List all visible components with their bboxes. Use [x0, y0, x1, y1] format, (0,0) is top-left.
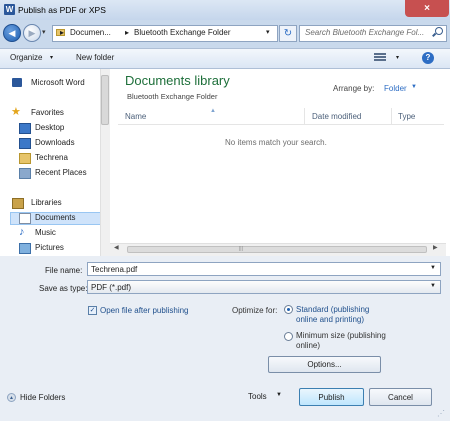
open-after-publishing-checkbox[interactable]: ✓: [88, 306, 97, 315]
libraries-icon: [12, 198, 24, 209]
minimum-size-option-label[interactable]: Minimum size (publishing online): [296, 331, 386, 351]
arrange-by-label: Arrange by:: [333, 84, 375, 93]
column-name[interactable]: Name: [125, 112, 146, 121]
tools-button[interactable]: Tools: [248, 392, 267, 401]
window-title: Publish as PDF or XPS: [18, 5, 106, 15]
refresh-button[interactable]: ↻: [279, 25, 297, 42]
desktop-icon: [19, 123, 31, 134]
nav-item-recent-places[interactable]: Recent Places: [10, 166, 110, 180]
collapse-icon[interactable]: ▲: [7, 393, 16, 402]
scrollbar-grip-icon: |||: [239, 246, 243, 252]
recent-places-icon: [19, 168, 31, 179]
column-header-row: Name Date modified Type: [118, 108, 444, 125]
address-dropdown-icon[interactable]: ▾: [266, 28, 270, 36]
organize-button[interactable]: Organize: [10, 53, 42, 62]
save-as-type-select[interactable]: [87, 280, 441, 294]
save-as-type-value[interactable]: PDF (*.pdf): [91, 283, 131, 292]
chevron-down-icon[interactable]: ▼: [411, 84, 417, 90]
column-type[interactable]: Type: [398, 112, 415, 121]
nav-item-documents[interactable]: Documents: [10, 211, 110, 225]
folder-icon: [19, 153, 31, 164]
horizontal-scrollbar-thumb[interactable]: [127, 246, 427, 253]
close-button[interactable]: ×: [405, 0, 449, 17]
music-icon: ♪: [19, 226, 25, 238]
chevron-down-icon[interactable]: ▾: [396, 54, 399, 61]
search-placeholder[interactable]: Search Bluetooth Exchange Fol...: [305, 28, 424, 37]
search-icon[interactable]: [435, 27, 443, 35]
nav-item-pictures[interactable]: Pictures: [10, 241, 110, 255]
nav-item-desktop[interactable]: Desktop: [10, 121, 110, 135]
back-button[interactable]: ◀: [3, 24, 21, 42]
new-folder-button[interactable]: New folder: [76, 53, 114, 62]
breadcrumb-bluetooth-folder[interactable]: Bluetooth Exchange Folder: [134, 28, 231, 37]
column-divider[interactable]: [304, 108, 305, 125]
nav-item-music[interactable]: ♪ Music: [10, 226, 110, 240]
publish-button[interactable]: Publish: [299, 388, 364, 406]
cancel-button[interactable]: Cancel: [369, 388, 432, 406]
help-icon[interactable]: ?: [422, 52, 434, 64]
word-icon: [12, 78, 22, 87]
nav-item-microsoft-word[interactable]: Microsoft Word: [10, 76, 110, 90]
nav-item-libraries[interactable]: Libraries: [10, 196, 110, 210]
breadcrumb-separator[interactable]: ▸: [60, 28, 64, 37]
optimize-for-label: Optimize for:: [232, 306, 278, 315]
minimum-size-radio[interactable]: [284, 332, 293, 341]
standard-option-label[interactable]: Standard (publishing online and printing…: [296, 305, 386, 325]
downloads-icon: [19, 138, 31, 149]
chevron-down-icon[interactable]: ▼: [276, 392, 282, 398]
radio-selected-dot: [287, 308, 290, 311]
nav-item-favorites[interactable]: ★ Favorites: [10, 106, 110, 120]
forward-button[interactable]: ▶: [23, 24, 41, 42]
star-icon: ★: [11, 106, 21, 118]
library-title: Documents library: [125, 73, 230, 88]
file-name-input[interactable]: [87, 262, 441, 276]
breadcrumb-documents[interactable]: Documen...: [70, 28, 111, 37]
file-name-value[interactable]: Techrena.pdf: [91, 265, 137, 274]
pictures-icon: [19, 243, 31, 254]
open-after-publishing-label[interactable]: Open file after publishing: [100, 306, 189, 315]
chevron-down-icon[interactable]: ▼: [430, 283, 436, 289]
arrange-by-dropdown[interactable]: Folder: [384, 84, 407, 93]
breadcrumb-separator[interactable]: ▸: [125, 28, 129, 37]
chevron-down-icon[interactable]: ▾: [50, 54, 53, 61]
scroll-left-icon[interactable]: ◀: [114, 244, 119, 251]
chevron-down-icon[interactable]: ▼: [430, 265, 436, 271]
library-subtitle: Bluetooth Exchange Folder: [127, 92, 218, 101]
empty-message: No items match your search.: [225, 138, 327, 147]
column-date-modified[interactable]: Date modified: [312, 112, 361, 121]
save-as-type-label: Save as type:: [39, 284, 88, 293]
hide-folders-button[interactable]: Hide Folders: [20, 393, 65, 402]
file-name-label: File name:: [45, 266, 83, 275]
documents-icon: [19, 213, 31, 224]
nav-item-downloads[interactable]: Downloads: [10, 136, 110, 150]
options-button[interactable]: Options...: [268, 356, 381, 373]
nav-scrollbar-thumb[interactable]: [101, 75, 109, 125]
word-icon: W: [4, 4, 15, 15]
column-divider[interactable]: [391, 108, 392, 125]
history-dropdown-icon[interactable]: ▾: [42, 28, 46, 36]
view-options-icon[interactable]: [374, 53, 386, 63]
resize-grip-icon[interactable]: ⋰: [437, 409, 445, 418]
scroll-right-icon[interactable]: ▶: [433, 244, 438, 251]
nav-item-techrena[interactable]: Techrena: [10, 151, 110, 165]
sort-arrow-icon: ▲: [210, 108, 216, 114]
